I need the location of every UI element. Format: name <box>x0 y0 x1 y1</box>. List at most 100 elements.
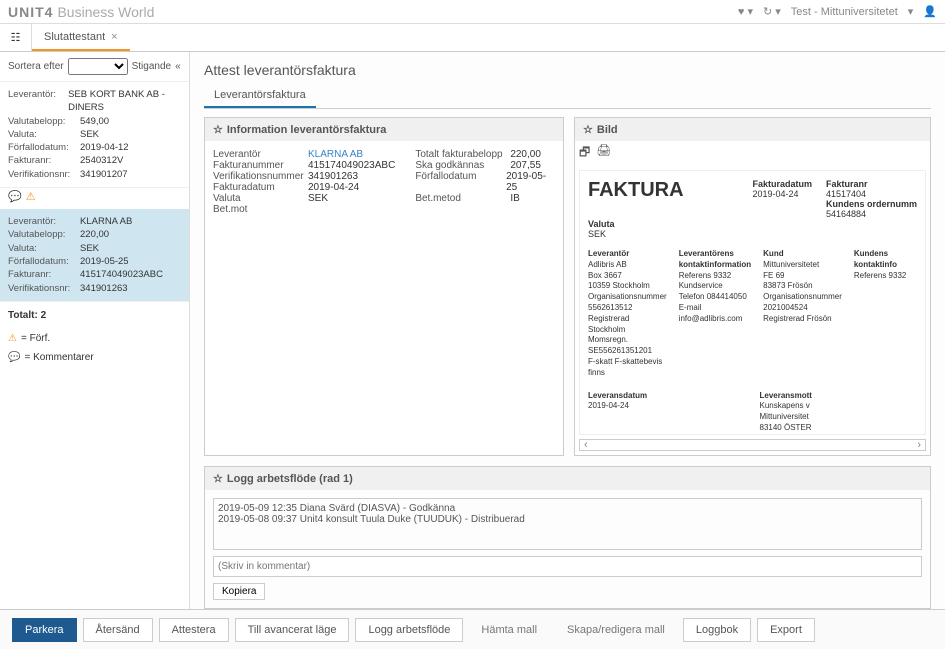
label: Valuta: <box>8 242 80 255</box>
parkera-button[interactable]: Parkera <box>12 618 77 642</box>
collapse-icon[interactable]: ☆ <box>583 123 593 136</box>
info-value: 341901263 <box>308 171 358 182</box>
value: 2019-05-25 <box>80 255 129 268</box>
heart-icon[interactable]: ♥ ▾ <box>738 5 753 18</box>
atersand-button[interactable]: Återsänd <box>83 618 153 642</box>
tabs-bar: ☷ Slutattestant × <box>0 24 945 52</box>
page-title: Attest leverantörsfaktura <box>204 62 931 78</box>
label: Fakturanr: <box>8 154 80 167</box>
value: 549,00 <box>80 115 109 128</box>
tenant-label[interactable]: Test - Mittuniversitetet <box>791 6 898 18</box>
close-icon[interactable]: × <box>111 31 117 43</box>
inv-num: 41517404 <box>826 189 866 199</box>
menu-icon[interactable]: ☷ <box>0 23 32 51</box>
warning-icon: ⚠ <box>26 190 36 203</box>
info-key: Verifikationsnummer <box>213 171 308 182</box>
info-value: 2019-05-25 <box>506 171 555 193</box>
tab-label: Slutattestant <box>44 31 105 43</box>
inv-valuta-label: Valuta <box>588 219 615 229</box>
comment-input[interactable] <box>213 556 922 577</box>
sidebar: Sortera efter Stigande « Leverantör:SEB … <box>0 52 190 610</box>
legend-text: = Förf. <box>21 333 50 344</box>
tab-leverantorsfaktura[interactable]: Leverantörsfaktura <box>204 84 316 108</box>
main: Sortera efter Stigande « Leverantör:SEB … <box>0 52 945 610</box>
copy-button[interactable]: Kopiera <box>213 583 265 600</box>
list-item-icons: 💬 ⚠ <box>0 188 189 209</box>
info-key: Förfallodatum <box>415 171 506 193</box>
info-value: 2019-04-24 <box>308 182 359 193</box>
totals: Totalt: 2 <box>0 302 189 329</box>
info-value[interactable]: KLARNA AB <box>308 149 363 160</box>
value: 341901207 <box>80 168 128 181</box>
log-text: 2019-05-09 12:35 Diana Svärd (DIASVA) - … <box>213 498 922 550</box>
loggarb-button[interactable]: Logg arbetsflöde <box>355 618 463 642</box>
avancerat-button[interactable]: Till avancerat läge <box>235 618 350 642</box>
skapa-button[interactable]: Skapa/redigera mall <box>555 619 677 641</box>
legend-text: = Kommentarer <box>24 352 93 363</box>
totals-label: Totalt: 2 <box>8 310 46 321</box>
list-item[interactable]: Leverantör:KLARNA AB Valutabelopp:220,00… <box>0 209 189 302</box>
image-panel-title[interactable]: ☆Bild <box>575 118 930 141</box>
value: 2540312V <box>80 154 123 167</box>
value: SEB KORT BANK AB - DINERS <box>68 88 181 115</box>
sort-label: Sortera efter <box>8 61 64 72</box>
info-key: Fakturanummer <box>213 160 308 171</box>
horizontal-scrollbar[interactable]: ‹› <box>579 439 926 451</box>
collapse-icon[interactable]: ☆ <box>213 472 223 485</box>
info-value: 220,00 <box>510 149 541 160</box>
value: 341901263 <box>80 282 128 295</box>
comment-icon: 💬 <box>8 352 20 363</box>
label: Valutabelopp: <box>8 115 80 128</box>
inv-date: 2019-04-24 <box>752 189 798 199</box>
label: Valuta: <box>8 128 80 141</box>
content: Attest leverantörsfaktura Leverantörsfak… <box>190 52 945 610</box>
info-key: Ska godkännas <box>415 160 510 171</box>
comment-icon: 💬 <box>8 190 22 203</box>
log-panel: ☆Logg arbetsflöde (rad 1) 2019-05-09 12:… <box>204 466 931 609</box>
info-key: Leverantör <box>213 149 308 160</box>
warning-icon: ⚠ <box>8 333 17 344</box>
sort-select[interactable] <box>68 58 128 75</box>
label: Leverantör: <box>8 215 80 228</box>
label: Fakturanr: <box>8 268 80 281</box>
info-key: Bet.mot <box>213 204 308 215</box>
collapse-icon[interactable]: ☆ <box>213 123 223 136</box>
open-icon[interactable]: 🗗 <box>579 143 590 164</box>
value: 415174049023ABC <box>80 268 163 281</box>
sort-bar: Sortera efter Stigande « <box>0 52 189 82</box>
tab-slutattestant[interactable]: Slutattestant × <box>32 25 130 51</box>
inv-date-label: Fakturadatum <box>752 179 812 189</box>
info-key: Totalt fakturabelopp <box>415 149 510 160</box>
export-button[interactable]: Export <box>757 618 815 642</box>
inner-tabs: Leverantörsfaktura <box>204 84 931 109</box>
value: SEK <box>80 128 99 141</box>
tenant-chevron-icon[interactable]: ▾ <box>908 5 914 18</box>
inv-col-head: Leverantörens kontaktinformation <box>679 249 751 271</box>
attestera-button[interactable]: Attestera <box>159 618 229 642</box>
print-icon[interactable]: 🖨 <box>596 143 611 164</box>
header-right: ♥ ▾ ↻ ▾ Test - Mittuniversitetet ▾ 👤 <box>738 5 937 18</box>
history-icon[interactable]: ↻ ▾ <box>763 5 781 18</box>
info-key: Bet.metod <box>415 193 510 204</box>
inv-num-label: Fakturanr <box>826 179 917 189</box>
scroll-left-icon[interactable]: ‹ <box>584 439 588 451</box>
collapse-icon[interactable]: « <box>175 61 181 72</box>
legend-comment: 💬 = Kommentarer <box>0 348 189 367</box>
log-entry: 2019-05-08 09:37 Unit4 konsult Tuula Duk… <box>218 514 917 525</box>
hamta-button[interactable]: Hämta mall <box>469 619 549 641</box>
inv-col-head: Kund <box>763 249 842 260</box>
legend-warn: ⚠ = Förf. <box>0 329 189 348</box>
label: Verifikationsnr: <box>8 282 80 295</box>
list-item[interactable]: Leverantör:SEB KORT BANK AB - DINERS Val… <box>0 82 189 188</box>
user-icon[interactable]: 👤 <box>923 5 937 18</box>
invoice-heading: FAKTURA <box>588 179 684 202</box>
sort-order[interactable]: Stigande <box>132 61 171 72</box>
loggbok-button[interactable]: Loggbok <box>683 618 751 642</box>
info-key: Valuta <box>213 193 308 204</box>
inv-ordernum: 54164884 <box>826 209 866 219</box>
app-header: UNIT4 Business World ♥ ▾ ↻ ▾ Test - Mitt… <box>0 0 945 24</box>
scroll-right-icon[interactable]: › <box>917 439 921 451</box>
info-panel-title[interactable]: ☆Information leverantörsfaktura <box>205 118 563 141</box>
value: KLARNA AB <box>80 215 132 228</box>
log-title[interactable]: ☆Logg arbetsflöde (rad 1) <box>205 467 930 490</box>
